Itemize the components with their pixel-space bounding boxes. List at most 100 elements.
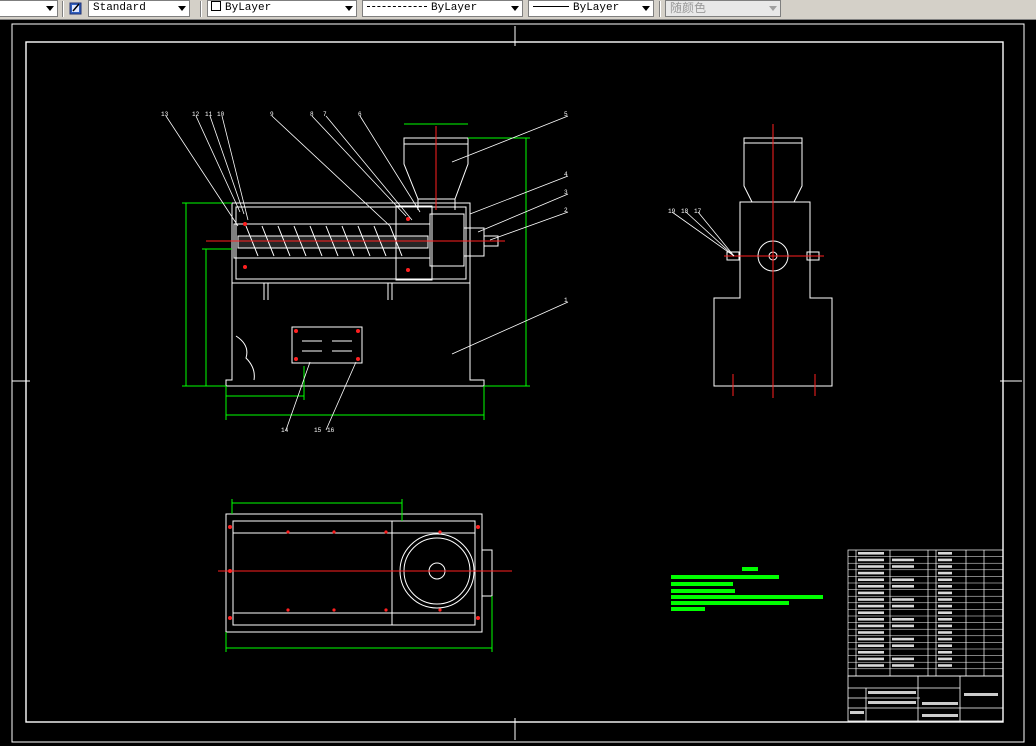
parts-cell-text [938, 552, 952, 555]
parts-cell-text [938, 571, 952, 575]
balloon-14: 14 [281, 427, 289, 434]
parts-cell-text [938, 558, 952, 562]
balloon-8: 8 [310, 111, 314, 118]
parts-cell-text [938, 604, 952, 608]
front-section-view [225, 137, 499, 387]
parts-cell-text [938, 585, 952, 588]
balloon-6: 6 [358, 111, 362, 118]
parts-cell-text [892, 604, 914, 608]
toolbar-separator [200, 1, 202, 17]
color-swatch-icon [211, 1, 221, 11]
parts-cell-text [858, 618, 884, 621]
balloon-5: 5 [564, 111, 568, 118]
toolbar-separator [659, 1, 661, 17]
parts-cell-text [938, 598, 952, 601]
parts-cell-text [938, 657, 952, 661]
chevron-down-icon [46, 6, 54, 11]
color-combo[interactable]: ByLayer [207, 0, 357, 17]
text-style-combo[interactable]: Standard [88, 0, 190, 17]
properties-toolbar: Standard ByLayer ByLayer ByLayer 随颜色 [0, 0, 1036, 20]
text-style-icon[interactable] [69, 1, 83, 15]
parts-cell-text [938, 565, 952, 568]
text-style-value: Standard [93, 2, 146, 14]
balloon-7: 7 [323, 111, 327, 118]
parts-cell-text [892, 637, 914, 641]
chevron-down-icon [178, 6, 186, 11]
plot-style-value: 随颜色 [670, 1, 707, 15]
parts-cell-text [858, 637, 884, 641]
parts-cell-text [892, 644, 914, 647]
chevron-down-icon [345, 6, 353, 11]
parts-cell-text [858, 558, 884, 562]
parts-cell-text [938, 637, 952, 641]
parts-cell-text [938, 618, 952, 621]
balloon-15: 15 [314, 427, 322, 434]
parts-cell-text [858, 585, 884, 588]
parts-cell-text [858, 591, 884, 595]
parts-cell-text [938, 631, 952, 634]
drawing-canvas[interactable]: 13 12 11 10 9 8 7 6 5 4 3 2 1 14 15 16 1… [0, 20, 1036, 746]
parts-cell-text [892, 598, 914, 601]
parts-cell-text [858, 651, 884, 654]
parts-cell-text [858, 657, 884, 661]
parts-cell-text [892, 565, 914, 568]
parts-cell-text [858, 571, 884, 575]
balloon-19: 19 [668, 208, 676, 215]
title-block-text-blocks [850, 691, 998, 717]
parts-cell-text [938, 624, 952, 628]
parts-cell-text [892, 624, 914, 628]
balloon-3: 3 [564, 189, 568, 196]
parts-cell-text [892, 578, 914, 581]
sheet-border [11, 23, 1025, 743]
dash-line-icon [367, 6, 427, 7]
parts-cell-text [858, 664, 884, 667]
parts-cell-text [892, 618, 914, 621]
parts-cell-text [858, 552, 884, 555]
parts-cell-text [938, 578, 952, 581]
chevron-down-icon [769, 6, 777, 11]
plot-style-combo[interactable]: 随颜色 [665, 0, 781, 17]
chevron-down-icon [642, 6, 650, 11]
side-leaders [671, 211, 735, 257]
parts-cell-text [892, 585, 914, 588]
parts-cell-text [938, 611, 952, 614]
linetype-combo[interactable]: ByLayer [362, 0, 523, 17]
parts-cell-text [938, 591, 952, 595]
front-dimensions [182, 123, 530, 420]
balloon-18: 18 [681, 208, 689, 215]
parts-cell-text [858, 565, 884, 568]
lineweight-combo[interactable]: ByLayer [528, 0, 654, 17]
parts-cell-text [858, 604, 884, 608]
chevron-down-icon [511, 6, 519, 11]
top-dimensions [225, 499, 493, 652]
balloon-13: 13 [161, 111, 169, 118]
technical-notes [671, 567, 823, 611]
color-value: ByLayer [225, 2, 272, 14]
parts-cell-text [858, 611, 884, 614]
drawing-frame [25, 41, 1004, 723]
balloon-labels-side: 19 18 17 [668, 208, 702, 215]
linetype-value: ByLayer [431, 2, 478, 14]
parts-cell-text [938, 644, 952, 647]
balloon-2: 2 [564, 207, 568, 214]
parts-cell-text [892, 657, 914, 661]
balloon-10: 10 [217, 111, 225, 118]
parts-cell-text [858, 598, 884, 601]
parts-cell-text [938, 651, 952, 654]
balloon-4: 4 [564, 171, 568, 178]
drawing-svg[interactable]: 13 12 11 10 9 8 7 6 5 4 3 2 1 14 15 16 1… [0, 20, 1036, 746]
parts-cell-text [858, 631, 884, 634]
balloon-17: 17 [694, 208, 702, 215]
balloon-1: 1 [564, 297, 568, 304]
parts-cell-text [938, 664, 952, 667]
prev-combo[interactable] [0, 0, 58, 17]
parts-cell-text [858, 624, 884, 628]
balloon-11: 11 [205, 111, 213, 118]
balloon-12: 12 [192, 111, 200, 118]
balloon-16: 16 [327, 427, 335, 434]
lineweight-value: ByLayer [573, 2, 620, 14]
side-centerlines [724, 124, 824, 398]
parts-cell-text [858, 578, 884, 581]
top-view-bolt-holes [228, 525, 480, 620]
solid-line-icon [533, 6, 569, 7]
